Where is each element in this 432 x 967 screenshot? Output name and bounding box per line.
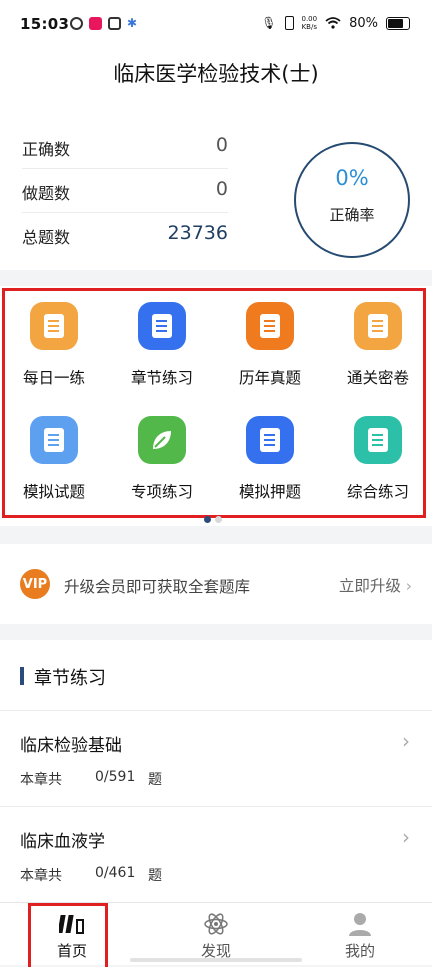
chevron-right-icon: ›	[402, 729, 410, 753]
chapter-meta-label: 本章共	[20, 772, 62, 788]
correct-count-label: 正确数	[22, 140, 71, 159]
battery-icon	[386, 16, 410, 30]
stats-card: 正确数 0 做题数 0 总题数 23736 0% 正确率	[0, 100, 432, 270]
menu-chapter-practice[interactable]: 章节练习	[108, 286, 216, 396]
mic-icon: 🎙	[261, 16, 277, 30]
chapter-meta-label: 本章共	[20, 868, 62, 884]
done-count-label: 做题数	[22, 184, 71, 203]
accuracy-percent: 0%	[335, 166, 369, 190]
chevron-right-icon: ›	[405, 577, 412, 595]
page-dot-active[interactable]	[204, 516, 211, 523]
status-time: 15:03	[20, 15, 70, 33]
link-icon	[70, 16, 83, 30]
past-exams-icon	[246, 302, 294, 350]
menu-daily-practice[interactable]: 每日一练	[0, 286, 108, 396]
menu-comprehensive-practice[interactable]: 综合练习	[324, 400, 432, 510]
inbox-icon	[108, 16, 121, 30]
menu-special-practice[interactable]: 专项练习	[108, 400, 216, 510]
correct-count-value: 0	[215, 134, 228, 156]
chevron-right-icon: ›	[402, 825, 410, 849]
stat-row-correct: 正确数 0	[22, 124, 228, 169]
status-notification-icons: ✱	[70, 16, 137, 30]
menu-past-exams[interactable]: 历年真题	[216, 286, 324, 396]
vibrate-icon	[284, 16, 294, 30]
daily-practice-icon	[30, 302, 78, 350]
chapter-unit: 题	[148, 772, 162, 788]
page-dot[interactable]	[215, 516, 222, 523]
vip-icon: VIP	[20, 569, 50, 599]
page-title: 临床医学检验技术(士)	[113, 62, 319, 86]
mock-prediction-icon	[246, 416, 294, 464]
chapter-practice-icon	[138, 302, 186, 350]
chapter-progress: 0/591	[95, 769, 136, 785]
stat-row-done: 做题数 0	[22, 168, 228, 213]
total-count-value: 23736	[167, 222, 228, 244]
section-title: 章节练习	[34, 668, 106, 689]
status-system-icons: 🎙 0.00 KB/s 80%	[261, 15, 410, 31]
chapter-name: 临床检验基础	[20, 736, 122, 756]
practice-menu: 每日一练 章节练习 历年真题 通关密卷 模拟试题 专项练习 模拟押题 综合练习	[0, 286, 432, 526]
special-practice-icon	[138, 416, 186, 464]
chapter-item[interactable]: 临床血液学 › 本章共 0/461 题	[0, 806, 432, 903]
upgrade-button[interactable]: 立即升级 ›	[339, 574, 412, 596]
app-header: 临床医学检验技术(士)	[0, 50, 432, 100]
menu-secret-paper[interactable]: 通关密卷	[324, 286, 432, 396]
status-bar: 15:03 ✱ 🎙 0.00 KB/s 80%	[0, 0, 432, 50]
battery-percent: 80%	[349, 15, 378, 31]
bluetooth-icon: ✱	[127, 16, 138, 30]
tab-home[interactable]: 首页	[0, 903, 144, 965]
vip-banner[interactable]: VIP 升级会员即可获取全套题库 立即升级 ›	[0, 544, 432, 624]
menu-mock-prediction[interactable]: 模拟押题	[216, 400, 324, 510]
net-speed: 0.00 KB/s	[301, 15, 318, 31]
chapter-name: 临床血液学	[20, 832, 105, 852]
tab-discover[interactable]: 发现	[144, 903, 288, 965]
accuracy-ring: 0% 正确率	[294, 142, 410, 258]
profile-icon	[346, 911, 374, 937]
accuracy-label: 正确率	[329, 206, 375, 224]
home-indicator[interactable]	[130, 958, 302, 962]
chapter-practice-section: 章节练习 临床检验基础 › 本章共 0/591 题 临床血液学 › 本章共 0/…	[0, 640, 432, 902]
chapter-progress: 0/461	[95, 865, 136, 881]
tab-profile[interactable]: 我的	[288, 903, 432, 965]
chapter-item[interactable]: 临床检验基础 › 本章共 0/591 题	[0, 710, 432, 807]
secret-paper-icon	[354, 302, 402, 350]
page-indicator	[204, 516, 222, 523]
chapter-unit: 题	[148, 868, 162, 884]
mock-questions-icon	[30, 416, 78, 464]
vip-promo-text: 升级会员即可获取全套题库	[64, 578, 251, 596]
menu-mock-questions[interactable]: 模拟试题	[0, 400, 108, 510]
wifi-icon	[325, 17, 341, 29]
discover-atom-icon	[202, 911, 230, 937]
done-count-value: 0	[215, 178, 228, 200]
total-count-label: 总题数	[22, 228, 71, 247]
stat-row-total: 总题数 23736	[22, 212, 228, 256]
app-notification-icon	[89, 16, 102, 30]
section-accent-bar	[20, 667, 24, 685]
comprehensive-practice-icon	[354, 416, 402, 464]
bottom-tab-bar: 首页 发现 我的	[0, 902, 432, 967]
home-books-icon	[58, 911, 86, 937]
